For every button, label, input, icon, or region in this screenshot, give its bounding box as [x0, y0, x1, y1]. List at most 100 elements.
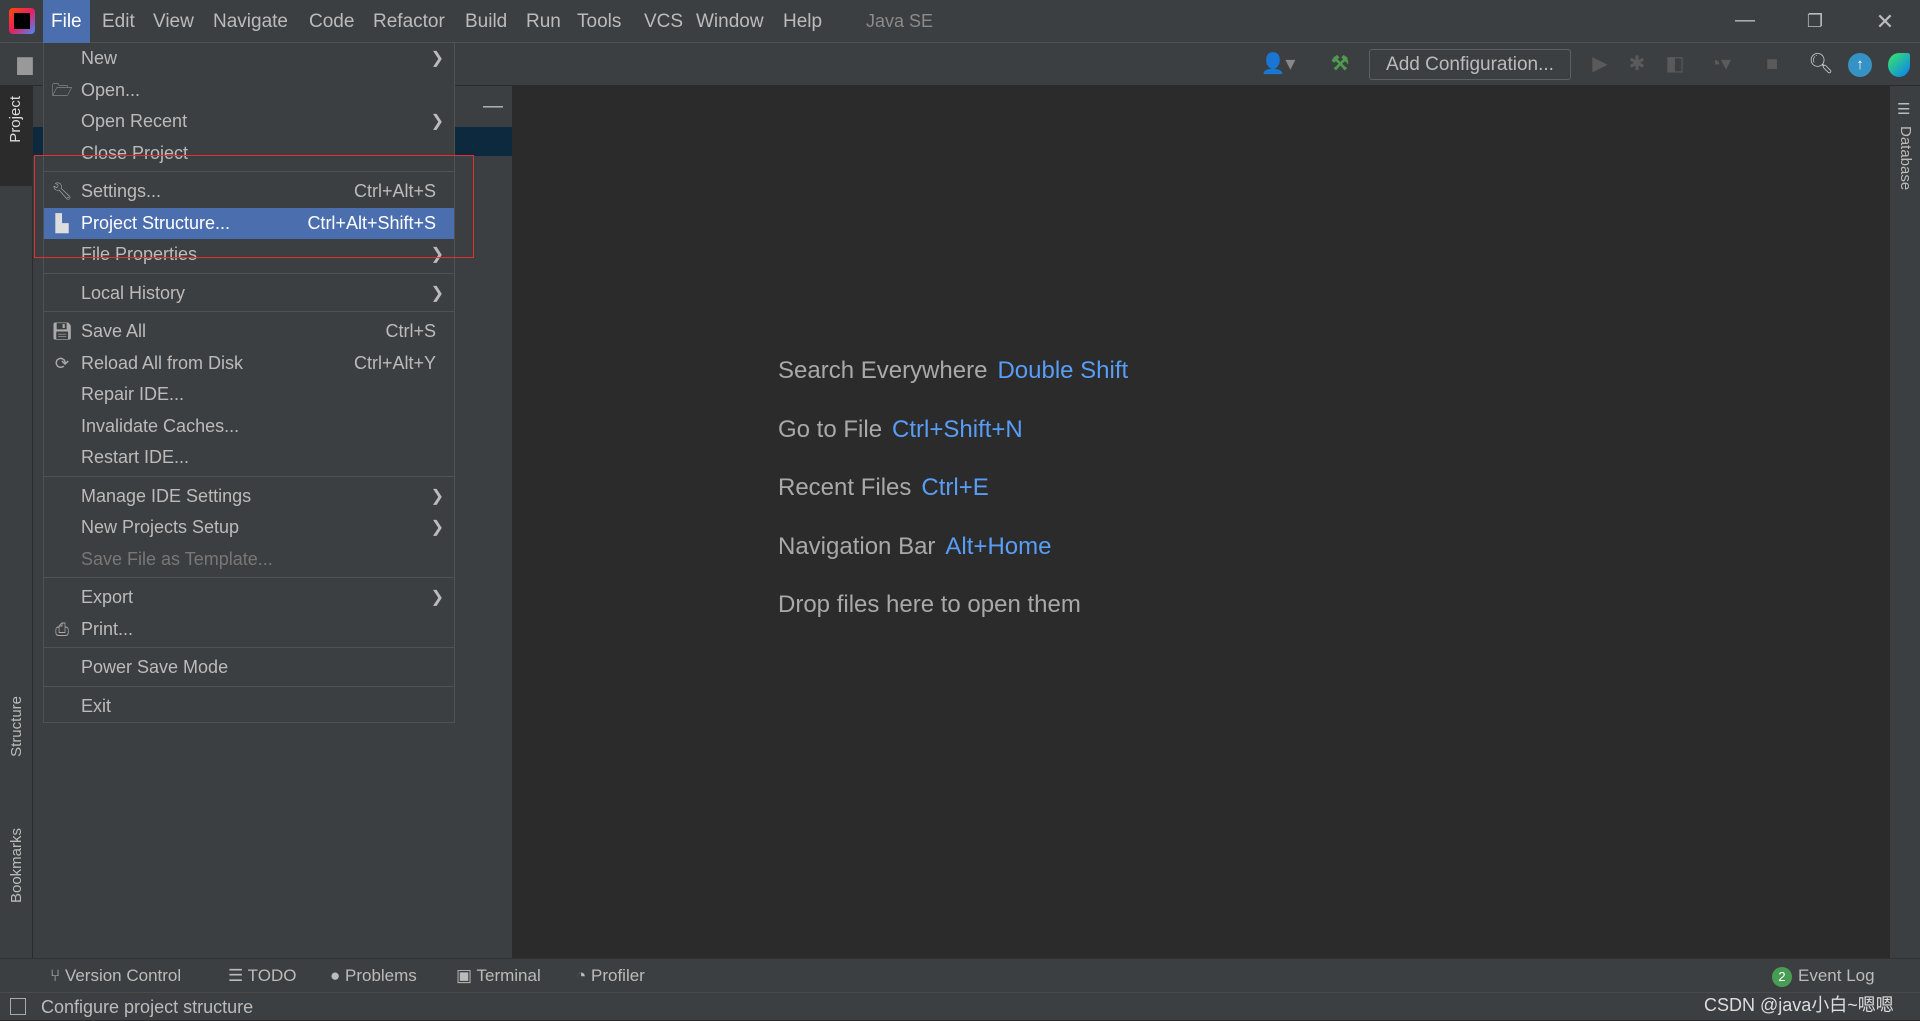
menu-navigate[interactable]: Navigate	[205, 0, 296, 43]
menu-item-label: Invalidate Caches...	[81, 415, 240, 436]
tool-window-problems[interactable]: ● Problems	[330, 959, 417, 993]
menu-item-new-projects-setup[interactable]: New Projects Setup ❯	[44, 512, 454, 544]
shortcut-label: Ctrl+Alt+S	[353, 181, 436, 201]
menu-item-label: Manage IDE Settings	[81, 485, 252, 506]
shortcut-label: Ctrl+Alt+Y	[353, 352, 436, 373]
menu-item-open[interactable]: 🗁 Open...	[44, 75, 454, 107]
tool-window-label: Problems	[345, 966, 417, 985]
project-name: Java SE	[866, 11, 934, 31]
welcome-hint: Recent Files Ctrl+E	[778, 474, 989, 502]
menu-bar: File Edit View Navigate Code Refactor Build Run…	[0, 0, 1920, 43]
tool-window-terminal[interactable]: ▣ Terminal	[456, 959, 541, 993]
menu-item-invalidate-caches[interactable]: Invalidate Caches...	[44, 411, 454, 443]
menu-tools[interactable]: Tools	[569, 0, 629, 43]
status-text: Configure project structure	[41, 997, 254, 1017]
menu-window[interactable]: Window	[688, 0, 772, 43]
menu-item-local-history[interactable]: Local History ❯	[44, 278, 454, 310]
tool-window-todo[interactable]: ☰ TODO	[228, 959, 296, 993]
tool-window-label: Version Control	[64, 966, 182, 985]
update-icon[interactable]: ↑	[1848, 53, 1872, 77]
search-icon[interactable]: 🔍︎	[1806, 43, 1836, 86]
tab-structure[interactable]: Structure	[8, 696, 25, 757]
menu-item-project-structure[interactable]: ▙ Project Structure... Ctrl+Alt+Shift+S	[44, 207, 454, 239]
menu-item-open-recent[interactable]: Open Recent ❯	[44, 106, 454, 138]
menu-refactor[interactable]: Refactor	[365, 0, 453, 43]
menu-help[interactable]: Help	[775, 0, 830, 43]
menu-item-file-properties[interactable]: File Properties ❯	[44, 239, 454, 271]
close-button[interactable]: ✕	[1870, 0, 1900, 43]
hint-text: Recent Files	[778, 474, 912, 501]
left-tool-strip: Project Structure Bookmarks	[0, 86, 33, 958]
stop-icon[interactable]: ■	[1757, 43, 1787, 86]
menu-item-new[interactable]: New ❯	[44, 43, 454, 75]
database-icon: ☰	[1897, 101, 1911, 118]
hint-shortcut[interactable]: Ctrl+E	[921, 474, 988, 501]
menu-item-power-save-mode[interactable]: Power Save Mode	[44, 652, 454, 684]
problems-icon: ●	[330, 966, 345, 985]
tab-database[interactable]: Database	[1897, 126, 1914, 190]
profile-icon[interactable]: ◔▾	[1698, 43, 1742, 86]
coverage-icon[interactable]: ◧	[1660, 43, 1690, 86]
tool-window-version-control[interactable]: ⑂ Version Control	[50, 959, 181, 993]
menu-item-save-all[interactable]: 💾︎ Save All Ctrl+S	[44, 316, 454, 348]
hide-panel-button[interactable]: —	[481, 86, 505, 127]
event-log-button[interactable]: 2 Event Log	[1772, 959, 1875, 993]
tab-bookmarks[interactable]: Bookmarks	[8, 828, 25, 903]
menu-item-save-file-as-template[interactable]: Save File as Template...	[44, 544, 454, 576]
restore-button[interactable]: ❐	[1800, 0, 1830, 43]
menu-item-restart-ide[interactable]: Restart IDE...	[44, 442, 454, 474]
menu-item-settings[interactable]: 🔧︎ Settings... Ctrl+Alt+S	[44, 176, 454, 208]
build-hammer-icon[interactable]: ⚒	[1324, 43, 1356, 86]
tool-window-label: Profiler	[591, 966, 645, 985]
menu-item-print[interactable]: ⎙ Print...	[44, 614, 454, 646]
chevron-right-icon: ❯	[430, 519, 444, 536]
menu-item-close-project[interactable]: Close Project	[44, 138, 454, 170]
menu-view[interactable]: View	[145, 0, 202, 43]
menu-item-manage-ide-settings[interactable]: Manage IDE Settings ❯	[44, 481, 454, 513]
debug-icon[interactable]: ✱	[1622, 43, 1652, 86]
menu-build[interactable]: Build	[457, 0, 515, 43]
run-icon[interactable]: ▶	[1585, 43, 1615, 86]
profiler-icon: ◔	[576, 966, 591, 985]
menu-item-label: Exit	[81, 695, 112, 716]
menu-item-label: Print...	[81, 618, 134, 639]
right-tool-strip: ☰ Database	[1890, 86, 1920, 958]
status-bar: Configure project structure CSDN @java小白…	[0, 992, 1920, 1020]
menu-item-label: Close Project	[81, 142, 189, 163]
menu-item-exit[interactable]: Exit	[44, 691, 454, 723]
menu-edit[interactable]: Edit	[94, 0, 143, 43]
menu-item-export[interactable]: Export ❯	[44, 582, 454, 614]
menu-item-reload-all-from-disk[interactable]: ⟳ Reload All from Disk Ctrl+Alt+Y	[44, 348, 454, 380]
hint-shortcut[interactable]: Alt+Home	[945, 533, 1051, 560]
hint-text: Search Everywhere	[778, 357, 988, 384]
toggle-tool-windows-icon[interactable]	[10, 998, 26, 1015]
menu-item-repair-ide[interactable]: Repair IDE...	[44, 379, 454, 411]
tab-project[interactable]: Project	[0, 86, 33, 186]
menu-file[interactable]: File	[43, 0, 90, 43]
hint-shortcut[interactable]: Ctrl+Shift+N	[892, 416, 1023, 443]
minimize-button[interactable]: —	[1730, 0, 1760, 43]
branch-icon: ⑂	[50, 966, 65, 985]
add-configuration-button[interactable]: Add Configuration...	[1369, 49, 1571, 80]
tool-window-profiler[interactable]: ◔ Profiler	[576, 959, 645, 993]
menu-item-label: Reload All from Disk	[81, 352, 244, 373]
save-icon: 💾︎	[51, 322, 73, 341]
menu-run[interactable]: Run	[518, 0, 569, 43]
project-structure-icon: ▙	[55, 213, 69, 233]
user-icon[interactable]: 👤▾	[1258, 43, 1298, 86]
watermark: CSDN @java小白~嗯嗯	[1704, 995, 1894, 1015]
print-icon: ⎙	[55, 619, 69, 639]
menu-item-label: Restart IDE...	[81, 447, 190, 467]
code-with-me-icon[interactable]	[1888, 53, 1910, 77]
menu-vcs[interactable]: VCS	[636, 0, 691, 43]
hint-shortcut[interactable]: Double Shift	[997, 357, 1128, 384]
chevron-right-icon: ❯	[430, 50, 444, 67]
event-log-count-badge: 2	[1772, 967, 1792, 987]
menu-item-label: Open...	[81, 79, 141, 100]
chevron-right-icon: ❯	[430, 284, 444, 302]
menu-item-label: Project Structure...	[81, 212, 231, 233]
menu-code[interactable]: Code	[301, 0, 362, 43]
chevron-right-icon: ❯	[430, 589, 444, 606]
tool-window-label: Terminal	[476, 966, 541, 985]
project-folder-icon[interactable]: ▆	[10, 43, 40, 86]
